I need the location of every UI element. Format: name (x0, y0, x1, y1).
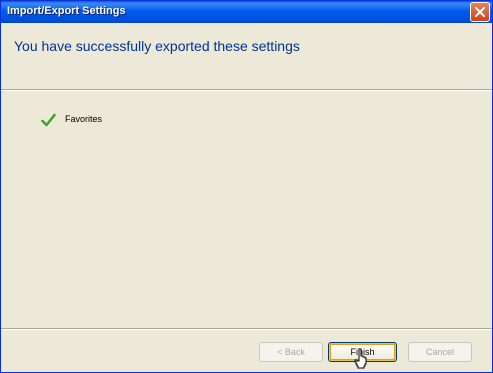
title-bar[interactable]: Import/Export Settings (1, 1, 492, 23)
checkmark-icon (41, 113, 56, 127)
close-icon (475, 7, 485, 17)
success-message: You have successfully exported these set… (14, 38, 300, 54)
import-export-dialog: Import/Export Settings You have successf… (0, 0, 493, 373)
wizard-header: You have successfully exported these set… (1, 23, 492, 87)
result-item-label: Favorites (65, 114, 103, 124)
mouse-cursor-icon (354, 348, 367, 369)
footer-separator (1, 328, 492, 330)
cancel-button[interactable]: Cancel (408, 342, 472, 362)
header-separator (1, 89, 492, 91)
window-title: Import/Export Settings (7, 5, 126, 17)
back-button[interactable]: < Back (259, 342, 323, 362)
close-button[interactable] (470, 2, 490, 22)
